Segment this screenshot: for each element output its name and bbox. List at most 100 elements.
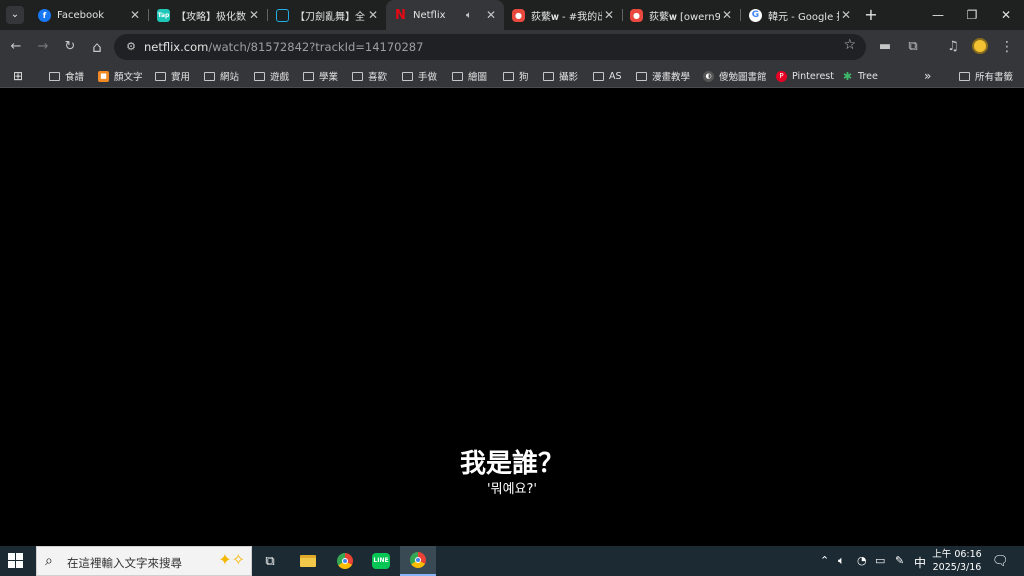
- tab-guide[interactable]: Tap 【攻略】极化数 ✕: [149, 0, 267, 30]
- new-tab-button[interactable]: +: [862, 5, 880, 25]
- apps-grid-icon[interactable]: ⊞: [13, 68, 23, 84]
- bookmark-folder[interactable]: 食譜: [49, 68, 84, 84]
- bookmark-folder[interactable]: 漫畫教學: [636, 68, 690, 84]
- tab-netflix[interactable]: N Netflix 🔈︎ ✕: [386, 0, 504, 30]
- taskbar-search[interactable]: ⌕ 在這裡輸入文字來搜尋 ✦✧: [36, 546, 252, 576]
- folder-icon: [503, 71, 514, 81]
- bookmark-folder[interactable]: 繪圖: [452, 68, 487, 84]
- bookmark-folder[interactable]: AS: [593, 68, 622, 84]
- folder-icon: [352, 71, 363, 81]
- chrome-icon[interactable]: [327, 546, 363, 576]
- close-icon[interactable]: ✕: [602, 8, 616, 22]
- tab-google[interactable]: G 韓元 - Google 搜 ✕: [741, 0, 859, 30]
- task-view-icon[interactable]: ⧉: [252, 546, 288, 576]
- url-domain: netflix.com: [144, 40, 209, 54]
- bookmarks-overflow-button[interactable]: »: [924, 68, 931, 84]
- pen-icon[interactable]: ✎: [895, 554, 904, 567]
- bookmark-folder[interactable]: 網站: [204, 68, 239, 84]
- bookmark-item[interactable]: ◐ 傻勉圖書館: [703, 68, 767, 84]
- address-bar[interactable]: ⚙ netflix.com/watch/81572842?trackId=141…: [114, 34, 866, 60]
- url-text[interactable]: netflix.com/watch/81572842?trackId=14170…: [144, 40, 423, 54]
- extension-icon[interactable]: ▬: [874, 36, 896, 58]
- search-icon: ⌕: [45, 553, 53, 569]
- video-player[interactable]: 我是誰？ '뭐예요?': [0, 89, 1024, 546]
- folder-icon: [155, 71, 166, 81]
- folder-icon: [204, 71, 215, 81]
- folder-icon: [254, 71, 265, 81]
- bookmark-folder[interactable]: 手做: [402, 68, 437, 84]
- close-icon[interactable]: ✕: [366, 8, 380, 22]
- bookmark-item[interactable]: ✱ Tree: [842, 68, 878, 84]
- ime-indicator[interactable]: 中: [914, 554, 926, 571]
- close-icon[interactable]: ✕: [247, 8, 261, 22]
- restore-button[interactable]: ❐: [954, 0, 990, 30]
- line-app-icon[interactable]: LINE: [363, 546, 399, 576]
- system-clock[interactable]: 上午 06:16 2025/3/16: [930, 548, 984, 574]
- bookmark-folder[interactable]: 遊戲: [254, 68, 289, 84]
- netflix-icon: N: [395, 7, 406, 23]
- site-icon: ■: [98, 70, 109, 82]
- tab-title: 荻蘩𝐰 [owern9: [649, 11, 720, 23]
- network-icon[interactable]: ◔: [857, 554, 867, 567]
- reload-button[interactable]: ↻: [59, 36, 81, 58]
- bookmark-folder[interactable]: 喜歡: [352, 68, 387, 84]
- bookmark-folder[interactable]: 學業: [303, 68, 338, 84]
- tab-title: 韓元 - Google 搜: [768, 11, 839, 23]
- subtitle-translation: 我是誰？: [459, 449, 564, 479]
- speaker-icon[interactable]: 🔈︎: [466, 10, 480, 21]
- tab-title: 荻蘩𝐰 - #我的出: [531, 11, 602, 23]
- bookmark-folder[interactable]: 攝影: [543, 68, 578, 84]
- browser-toolbar: ← → ↻ ⌂ ⚙ netflix.com/watch/81572842?tra…: [0, 30, 1024, 64]
- tab-title: Facebook: [57, 9, 104, 21]
- tab-profile-2[interactable]: ● 荻蘩𝐰 [owern9 ✕: [622, 0, 740, 30]
- close-icon[interactable]: ✕: [720, 8, 734, 22]
- folder-icon: [452, 71, 463, 81]
- minimize-button[interactable]: —: [920, 0, 956, 30]
- battery-icon[interactable]: ▭: [875, 554, 885, 567]
- profile-icon: ●: [630, 8, 643, 22]
- tray-overflow-icon[interactable]: ⌃: [820, 554, 829, 567]
- facebook-icon: f: [38, 8, 51, 22]
- url-path: /watch/81572842?trackId=14170287: [208, 40, 424, 54]
- tree-icon: ✱: [842, 69, 853, 83]
- forward-button[interactable]: →: [32, 36, 54, 58]
- puzzle-icon[interactable]: ⧉: [902, 36, 924, 58]
- close-icon[interactable]: ✕: [128, 8, 142, 22]
- bilibili-icon: [276, 8, 289, 22]
- chrome-profile-icon[interactable]: [400, 546, 436, 576]
- tab-bilibili[interactable]: 【刀劍亂舞】全 ✕: [268, 0, 386, 30]
- bookmark-item[interactable]: ■ 顏文字: [98, 68, 143, 84]
- close-window-button[interactable]: ✕: [988, 0, 1024, 30]
- bookmark-item[interactable]: P Pinterest: [776, 68, 834, 84]
- chevron-down-icon[interactable]: ⌄: [6, 6, 24, 24]
- menu-icon[interactable]: ⋮: [996, 36, 1018, 58]
- clock-time: 上午 06:16: [932, 549, 982, 560]
- home-button[interactable]: ⌂: [86, 36, 108, 58]
- windows-start-icon[interactable]: [8, 553, 24, 569]
- file-explorer-icon[interactable]: [290, 546, 326, 576]
- tab-facebook[interactable]: f Facebook ✕: [30, 0, 148, 30]
- volume-icon[interactable]: 🔈︎: [838, 554, 845, 568]
- folder-icon: [543, 71, 554, 81]
- tab-profile-1[interactable]: ● 荻蘩𝐰 - #我的出 ✕: [504, 0, 622, 30]
- folder-icon: [636, 71, 647, 81]
- all-bookmarks-folder[interactable]: 所有書籤: [959, 68, 1013, 84]
- site-info-icon[interactable]: ⚙: [122, 38, 140, 56]
- back-button[interactable]: ←: [5, 36, 27, 58]
- notification-icon[interactable]: 🗨︎: [992, 554, 1009, 569]
- folder-icon: [959, 71, 970, 81]
- folder-icon: [303, 71, 314, 81]
- close-icon[interactable]: ✕: [484, 8, 498, 22]
- bookmark-star-icon[interactable]: ☆: [843, 37, 856, 53]
- profile-icon: ●: [512, 8, 525, 22]
- media-control-icon[interactable]: ♫: [942, 36, 964, 58]
- avatar[interactable]: [972, 38, 988, 54]
- tab-title: Netflix: [413, 9, 446, 21]
- tab-title: 【刀劍亂舞】全: [295, 11, 365, 23]
- sparkle-icon[interactable]: ✦✧: [218, 550, 245, 569]
- search-placeholder: 在這裡輸入文字來搜尋: [67, 556, 182, 570]
- close-icon[interactable]: ✕: [839, 8, 853, 22]
- tab-strip: ⌄ f Facebook ✕ Tap 【攻略】极化数 ✕ 【刀劍亂舞】全 ✕ N…: [0, 0, 1024, 30]
- bookmark-folder[interactable]: 狗: [503, 68, 529, 84]
- bookmark-folder[interactable]: 實用: [155, 68, 190, 84]
